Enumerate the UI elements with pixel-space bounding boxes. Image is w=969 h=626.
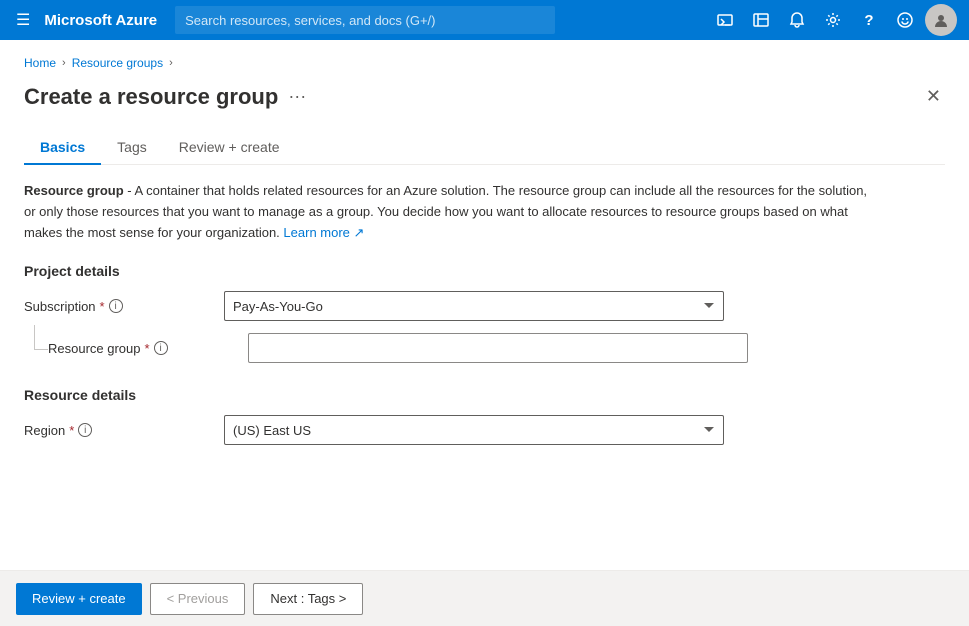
tab-bar: Basics Tags Review + create (24, 131, 945, 165)
description-body: - A container that holds related resourc… (24, 183, 867, 240)
top-navigation: ☰ Microsoft Azure ? (0, 0, 969, 40)
bottom-toolbar: Review + create < Previous Next : Tags > (0, 570, 969, 626)
page-title-left: Create a resource group ··· (24, 84, 306, 110)
region-required: * (69, 423, 74, 438)
settings-icon[interactable] (817, 4, 849, 36)
region-row: Region * i (US) East US (24, 415, 945, 445)
region-select[interactable]: (US) East US (224, 415, 724, 445)
learn-more-link[interactable]: Learn more ↗ (283, 225, 364, 240)
resource-group-row: Resource group * i (24, 333, 945, 363)
subscription-label: Subscription * i (24, 299, 224, 314)
more-options-icon[interactable]: ··· (288, 86, 306, 107)
subscription-required: * (100, 299, 105, 314)
subscription-control: Pay-As-You-Go (224, 291, 724, 321)
breadcrumb-sep-2: › (169, 57, 173, 69)
subscription-row: Subscription * i Pay-As-You-Go (24, 291, 945, 321)
hamburger-menu[interactable]: ☰ (12, 6, 34, 34)
resource-group-label: Resource group * i (48, 341, 248, 356)
resource-group-input[interactable] (248, 333, 748, 363)
feedback-icon[interactable] (889, 4, 921, 36)
breadcrumb: Home › Resource groups › (24, 56, 945, 70)
region-control: (US) East US (224, 415, 724, 445)
breadcrumb-home[interactable]: Home (24, 56, 56, 70)
region-label: Region * i (24, 423, 224, 438)
next-button[interactable]: Next : Tags > (253, 583, 363, 615)
resource-details-section: Resource details Region * i (US) East US (24, 387, 945, 445)
project-details-title: Project details (24, 263, 945, 279)
tab-review-create[interactable]: Review + create (163, 131, 296, 165)
help-icon[interactable]: ? (853, 4, 885, 36)
breadcrumb-sep-1: › (62, 57, 66, 69)
cloud-shell-icon[interactable] (709, 4, 741, 36)
directory-icon[interactable] (745, 4, 777, 36)
search-input[interactable] (175, 6, 555, 34)
page-title: Create a resource group (24, 84, 278, 110)
subscription-select[interactable]: Pay-As-You-Go (224, 291, 724, 321)
main-content: Home › Resource groups › Create a resour… (0, 40, 969, 570)
tab-tags[interactable]: Tags (101, 131, 163, 165)
description-text: Resource group - A container that holds … (24, 181, 874, 243)
breadcrumb-resource-groups[interactable]: Resource groups (72, 56, 163, 70)
notifications-icon[interactable] (781, 4, 813, 36)
resource-group-required: * (145, 341, 150, 356)
previous-button[interactable]: < Previous (150, 583, 246, 615)
topnav-icons: ? (709, 4, 957, 36)
page-title-row: Create a resource group ··· ✕ (24, 82, 945, 111)
review-create-button[interactable]: Review + create (16, 583, 142, 615)
project-details-section: Project details Subscription * i Pay-As-… (24, 263, 945, 363)
region-info-icon[interactable]: i (78, 423, 92, 437)
brand-title: Microsoft Azure (44, 12, 157, 29)
avatar[interactable] (925, 4, 957, 36)
resource-details-title: Resource details (24, 387, 945, 403)
close-button[interactable]: ✕ (922, 82, 945, 111)
description-bold: Resource group (24, 183, 124, 198)
resource-group-info-icon[interactable]: i (154, 341, 168, 355)
tab-basics[interactable]: Basics (24, 131, 101, 165)
subscription-info-icon[interactable]: i (109, 299, 123, 313)
resource-group-control (248, 333, 748, 363)
